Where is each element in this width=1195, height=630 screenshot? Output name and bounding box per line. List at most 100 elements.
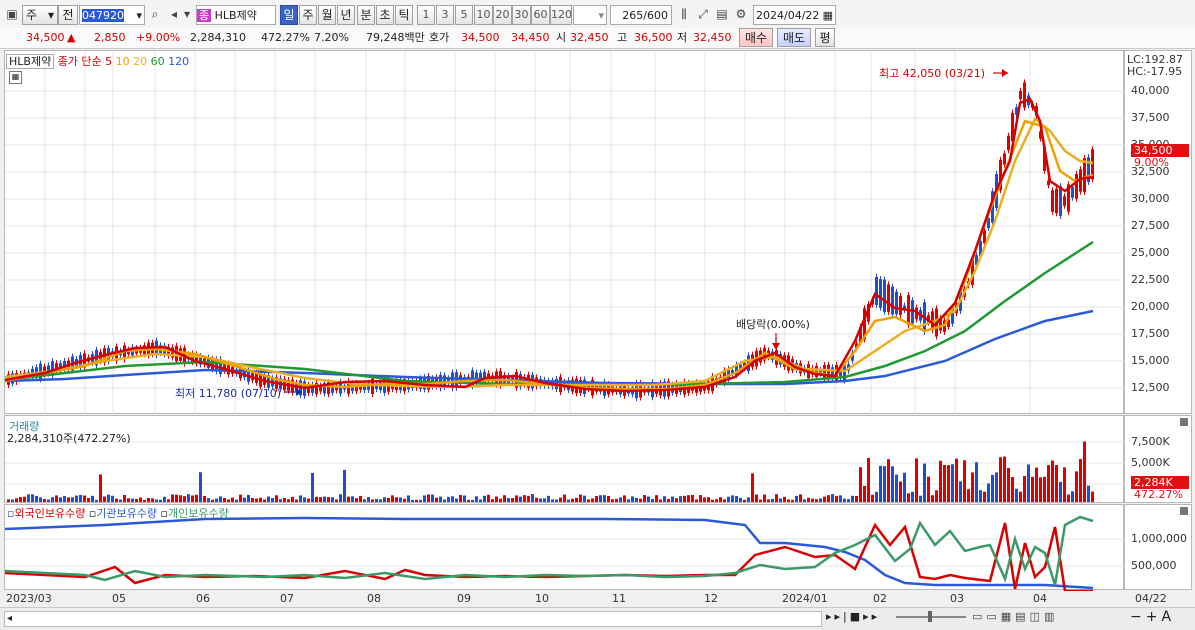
volume-chart-pane[interactable]: 거래량 2,284,310주(472.27%) xyxy=(4,415,1125,503)
volume-bar xyxy=(443,499,446,502)
volume-bar xyxy=(1019,491,1022,502)
volume-bar xyxy=(107,494,110,502)
interval-30-button[interactable]: 30 xyxy=(512,5,531,25)
x-tick: 12 xyxy=(704,592,718,605)
period-week-tab[interactable]: 주 xyxy=(299,5,317,25)
volume-bar xyxy=(283,497,286,502)
volume-bar xyxy=(683,495,686,502)
gear-icon[interactable]: ⚙ xyxy=(732,5,750,23)
period-tick-tab[interactable]: 틱 xyxy=(395,5,413,25)
zoom-slider-thumb[interactable] xyxy=(928,611,932,622)
legend-stock-name[interactable]: HLB제약 xyxy=(6,54,55,69)
volume-bar xyxy=(183,496,186,502)
legend-foreign[interactable]: 외국인보유수량 xyxy=(14,507,85,520)
custom-interval-select[interactable]: ▾ xyxy=(573,5,607,25)
evaluate-button[interactable]: 평 xyxy=(815,28,835,47)
interval-60-button[interactable]: 60 xyxy=(531,5,550,25)
volume-bar xyxy=(87,498,90,502)
holding-chart-pane[interactable]: ▫외국인보유수량 ▫기관보유수량 ▫개인보유수량 xyxy=(4,504,1125,591)
volume-bar xyxy=(707,497,710,502)
legend-ma20[interactable]: 20 xyxy=(133,55,147,68)
period-day-tab[interactable]: 일 xyxy=(280,5,298,25)
chevron-down-icon[interactable]: ▾ xyxy=(181,5,193,23)
search-icon[interactable]: ⌕ xyxy=(146,5,164,23)
volume-bar xyxy=(299,495,302,502)
stock-code-input[interactable]: 047920 ▾ xyxy=(79,5,145,25)
volume-bar xyxy=(391,495,394,502)
price-axis[interactable]: LC:192.87 HC:-17.95 40,000 37,500 35,000… xyxy=(1124,50,1192,414)
view-icons[interactable]: ▭▭▦▤◫▥ xyxy=(972,610,1058,623)
volume-bar xyxy=(827,495,830,502)
date-value: 2024/04/22 xyxy=(756,9,820,22)
y-tick: 25,000 xyxy=(1131,246,1170,259)
date-field[interactable]: 2024/04/22 ▦ xyxy=(753,5,836,25)
stock-name-field[interactable]: 종 HLB제약 xyxy=(196,5,276,25)
volume-bar xyxy=(555,499,558,502)
interval-120-button[interactable]: 120 xyxy=(550,5,572,25)
legend-inst[interactable]: 기관보유수량 xyxy=(96,507,157,520)
drawing-tool-icon[interactable]: ⤢ xyxy=(694,5,712,23)
volume-axis[interactable]: 7,500K 5,000K 2,284K 472.27% xyxy=(1124,415,1192,503)
data-count-field[interactable]: 265/600 xyxy=(610,5,672,25)
volume-bar xyxy=(1063,467,1066,502)
volume-bar xyxy=(983,491,986,502)
window-menu-icon[interactable]: ▣ xyxy=(3,5,21,23)
x-tick: 07 xyxy=(280,592,294,605)
scroll-left-icon[interactable]: ◂ xyxy=(7,613,12,624)
pane-close-icon[interactable] xyxy=(1180,507,1188,515)
market-select[interactable]: 주 ▾ xyxy=(22,5,58,25)
legend-indiv[interactable]: 개인보유수량 xyxy=(168,507,229,520)
legend-ma120[interactable]: 120 xyxy=(168,55,189,68)
candle-type-icon[interactable]: ⫼ xyxy=(675,5,693,23)
interval-5-button[interactable]: 5 xyxy=(455,5,473,25)
interval-3-button[interactable]: 3 xyxy=(436,5,454,25)
save-icon[interactable]: ▤ xyxy=(713,5,731,23)
price-chart-pane[interactable]: HLB제약 종가 단순 5 10 20 60 120 ▦ 최고 42,050 (… xyxy=(4,50,1125,415)
prev-button[interactable]: 전 xyxy=(58,5,78,25)
period-minute-tab[interactable]: 분 xyxy=(357,5,375,25)
candle-body xyxy=(891,286,894,315)
period-year-tab[interactable]: 년 xyxy=(337,5,355,25)
pane-close-icon[interactable] xyxy=(1180,418,1188,426)
volume-bar xyxy=(1015,488,1018,502)
volume-bar xyxy=(823,496,826,502)
calendar-icon[interactable]: ▦ xyxy=(823,6,833,24)
interval-10-button[interactable]: 10 xyxy=(474,5,493,25)
volume-chart-svg xyxy=(5,441,1125,502)
x-tick: 2023/03 xyxy=(6,592,52,605)
period-month-tab[interactable]: 월 xyxy=(318,5,336,25)
high-label: 고 xyxy=(617,31,628,44)
holding-legend: ▫외국인보유수량 ▫기관보유수량 ▫개인보유수량 xyxy=(7,505,229,521)
sell-button[interactable]: 매도 xyxy=(777,28,811,47)
zoom-slider[interactable] xyxy=(896,611,966,622)
volume-bar xyxy=(611,499,614,502)
playback-controls[interactable]: ▸▸|■▸▸ xyxy=(826,610,880,623)
data-table-icon[interactable]: ▦ xyxy=(9,71,22,84)
volume-bar xyxy=(771,498,774,502)
zoom-controls[interactable]: −+A xyxy=(1130,609,1175,625)
interval-1-button[interactable]: 1 xyxy=(417,5,435,25)
inst-holding-line xyxy=(5,522,1093,591)
holding-axis[interactable]: 1,000,000 500,000 xyxy=(1124,504,1192,590)
volume-bar xyxy=(147,497,150,502)
volume-ratio: 472.27% xyxy=(261,31,310,44)
legend-ma10[interactable]: 10 xyxy=(116,55,130,68)
volume-bar xyxy=(1051,460,1054,502)
buy-button[interactable]: 매수 xyxy=(739,28,773,47)
volume-bar xyxy=(779,498,782,502)
interval-20-button[interactable]: 20 xyxy=(493,5,512,25)
stock-name: HLB제약 xyxy=(214,9,257,22)
volume-bar xyxy=(471,499,474,502)
volume-bar xyxy=(1003,456,1006,502)
horizontal-scrollbar[interactable]: ◂ xyxy=(4,611,822,627)
candle-body xyxy=(1003,153,1006,165)
period-second-tab[interactable]: 초 xyxy=(376,5,394,25)
chevron-down-icon[interactable]: ▾ xyxy=(136,6,142,24)
volume-bar xyxy=(487,494,490,502)
volume-bar xyxy=(571,498,574,502)
volume-bar xyxy=(947,465,950,502)
volume-bar xyxy=(847,499,850,502)
legend-ma60[interactable]: 60 xyxy=(151,55,165,68)
legend-close[interactable]: 종가 단순 5 xyxy=(58,55,112,68)
candle-body xyxy=(1055,188,1058,214)
